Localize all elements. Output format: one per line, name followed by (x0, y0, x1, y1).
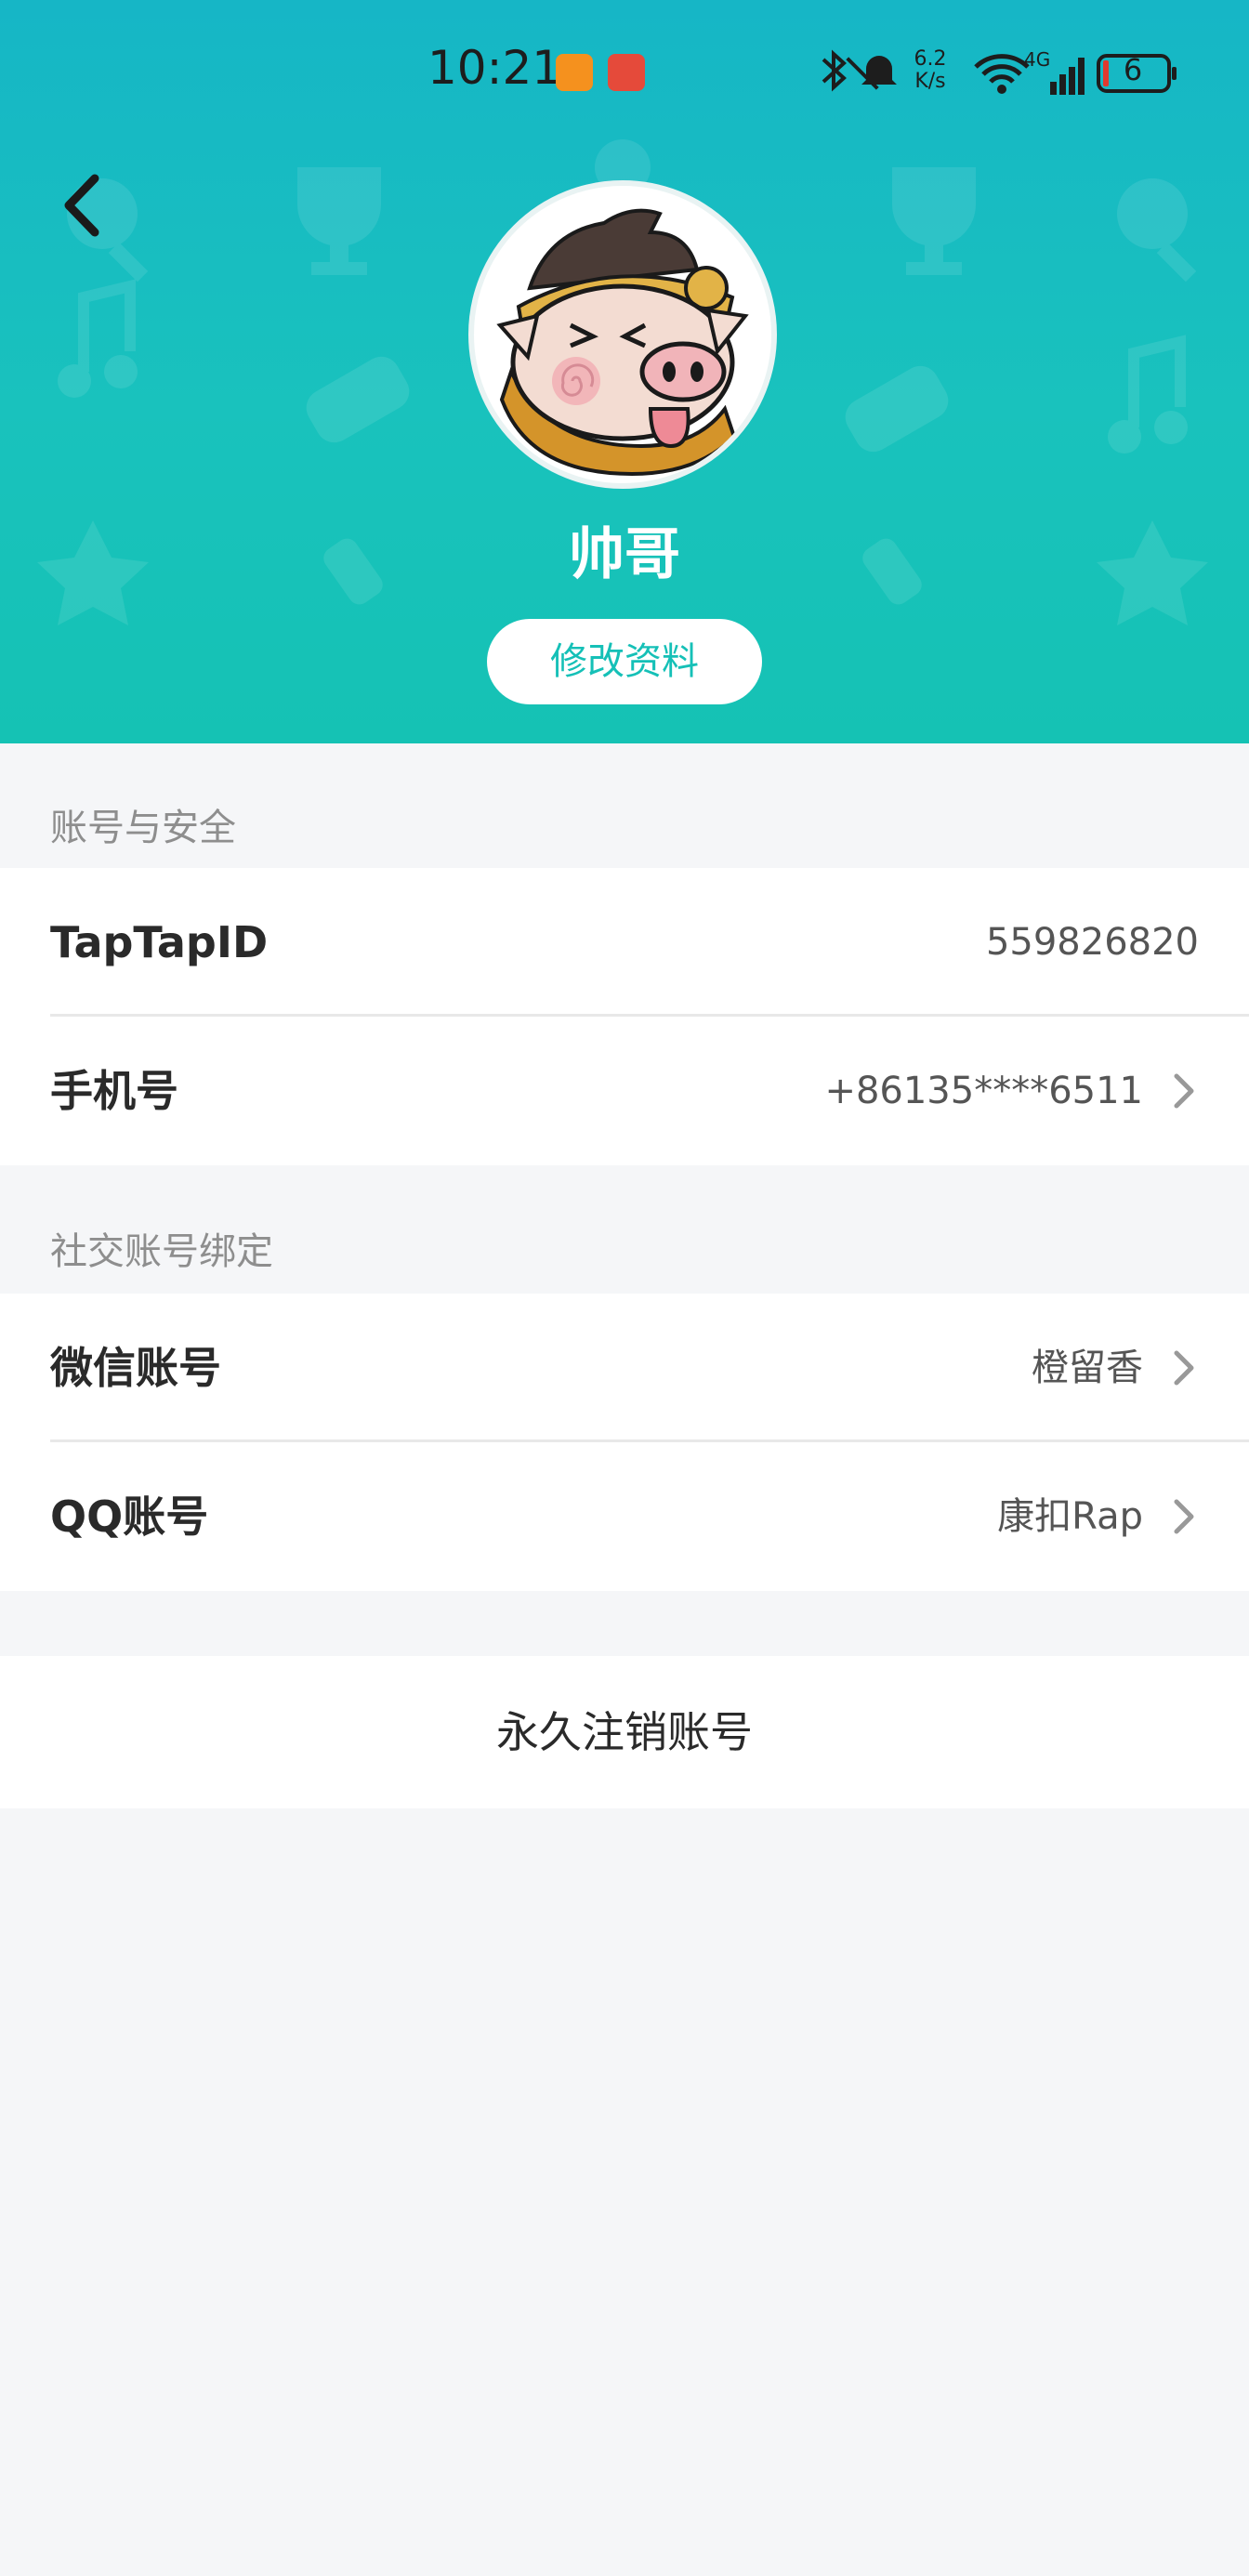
avatar-pig-illustration (496, 208, 749, 477)
row-qq-account[interactable]: QQ账号 康扣Rap (0, 1442, 1249, 1591)
status-time: 10:21 (427, 41, 562, 95)
status-bar: 10:21 6.2 K/s 4G 6 (0, 0, 1249, 149)
profile-header: 10:21 6.2 K/s 4G 6 帅哥 修改资料 (0, 0, 1249, 743)
phone-number-value: +86135****6511 (824, 1070, 1143, 1112)
net-speed: 6.2 K/s (911, 48, 950, 93)
chevron-right-icon (1174, 1350, 1194, 1386)
row-label: QQ账号 (50, 1492, 209, 1542)
chevron-right-icon (1174, 1499, 1194, 1534)
net-speed-value: 6.2 (914, 47, 947, 71)
net-speed-unit: K/s (914, 70, 946, 93)
battery-alert-icon (608, 54, 645, 91)
row-label: 微信账号 (50, 1343, 221, 1393)
mute-icon (846, 56, 897, 90)
back-arrow-icon[interactable] (46, 164, 121, 247)
edit-profile-button[interactable]: 修改资料 (487, 619, 762, 704)
section-title-social-binding: 社交账号绑定 (50, 1230, 273, 1273)
taptap-id-value: 559826820 (985, 921, 1199, 964)
row-label: 手机号 (50, 1066, 178, 1116)
wechat-account-value: 橙留香 (1032, 1347, 1143, 1389)
row-wechat-account[interactable]: 微信账号 橙留香 (0, 1294, 1249, 1442)
row-phone-number[interactable]: 手机号 +86135****6511 (0, 1017, 1249, 1165)
delete-account-button[interactable]: 永久注销账号 (0, 1656, 1249, 1808)
row-label: TapTapID (50, 917, 269, 967)
wifi-icon (974, 54, 1030, 84)
network-type: 4G (1024, 48, 1051, 71)
signal-icon (1050, 58, 1085, 95)
qq-account-value: 康扣Rap (997, 1495, 1143, 1538)
bluetooth-icon (822, 49, 847, 92)
chevron-right-icon (1174, 1073, 1194, 1109)
section-title-account-security: 账号与安全 (50, 807, 236, 849)
battery-level: 6 (1123, 52, 1143, 87)
username: 帅哥 (569, 522, 680, 587)
notification-app-icon (556, 54, 593, 91)
row-taptap-id: TapTapID 559826820 (0, 868, 1249, 1017)
avatar[interactable] (468, 180, 777, 489)
